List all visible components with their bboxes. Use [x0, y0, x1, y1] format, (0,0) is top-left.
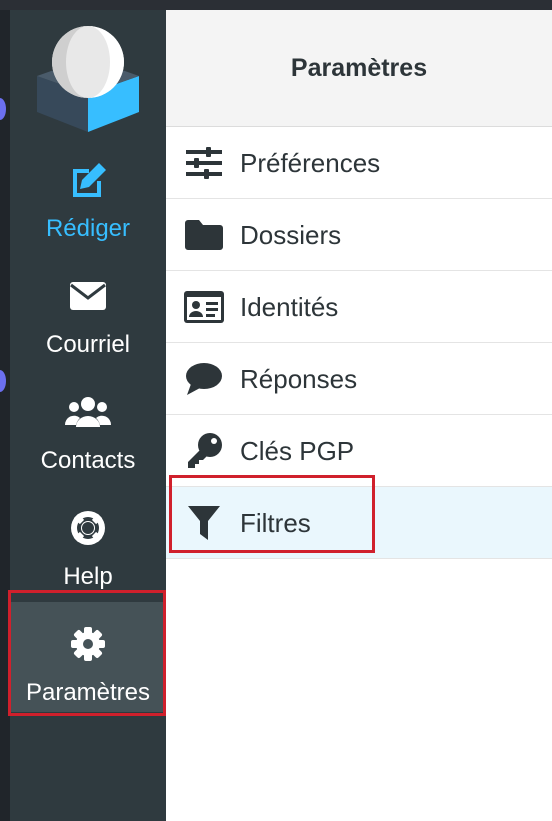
- sidebar: Rédiger Courriel Contacts Help Paramètre…: [10, 10, 166, 821]
- folder-icon: [184, 215, 224, 255]
- nav-contacts-label: Contacts: [40, 447, 136, 474]
- settings-item-preferences[interactable]: Préférences: [166, 127, 552, 199]
- settings-panel: Paramètres Préférences Dossiers Identité…: [166, 10, 552, 821]
- gear-icon: [10, 624, 166, 664]
- nav-help[interactable]: Help: [10, 486, 166, 602]
- settings-item-label: Clés PGP: [240, 436, 355, 466]
- nav-settings[interactable]: Paramètres: [10, 602, 166, 718]
- settings-item-label: Identités: [240, 292, 339, 322]
- settings-item-responses[interactable]: Réponses: [166, 343, 552, 415]
- settings-item-label: Réponses: [240, 364, 358, 394]
- panel-header: Paramètres: [166, 10, 552, 127]
- settings-item-label: Filtres: [240, 508, 311, 538]
- nav-compose-label: Rédiger: [45, 215, 131, 242]
- nav-help-label: Help: [63, 563, 113, 590]
- nav-contacts[interactable]: Contacts: [10, 370, 166, 486]
- nav-mail[interactable]: Courriel: [10, 254, 166, 370]
- filter-icon: [184, 503, 224, 543]
- settings-item-label: Préférences: [240, 148, 381, 178]
- compose-edit-icon: [10, 160, 166, 200]
- key-icon: [184, 431, 224, 471]
- left-edge-strip: [0, 10, 10, 821]
- envelope-icon: [10, 276, 166, 316]
- edge-indicator-dot: [0, 370, 6, 392]
- settings-item-label: Dossiers: [240, 220, 342, 250]
- sliders-icon: [184, 143, 224, 183]
- page-title: Paramètres: [290, 54, 428, 82]
- settings-item-filters[interactable]: Filtres: [166, 487, 552, 559]
- settings-item-folders[interactable]: Dossiers: [166, 199, 552, 271]
- nav-mail-label: Courriel: [45, 331, 131, 358]
- settings-item-identities[interactable]: Identités: [166, 271, 552, 343]
- roundcube-logo-icon[interactable]: [35, 20, 141, 134]
- users-icon: [10, 392, 166, 432]
- edge-indicator-dot: [0, 98, 6, 120]
- settings-item-pgp-keys[interactable]: Clés PGP: [166, 415, 552, 487]
- nav-settings-label: Paramètres: [25, 679, 151, 706]
- comment-icon: [184, 359, 224, 399]
- window-top-bar: [0, 0, 552, 10]
- nav-compose[interactable]: Rédiger: [10, 138, 166, 254]
- lifebuoy-icon: [10, 508, 166, 548]
- id-card-icon: [184, 287, 224, 327]
